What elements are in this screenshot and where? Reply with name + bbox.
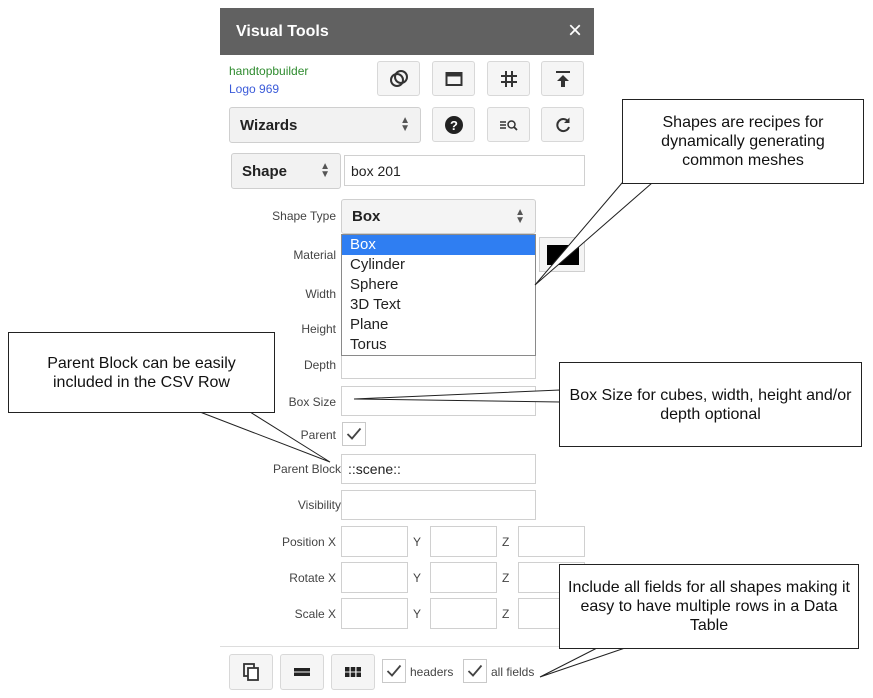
callout-parent-block: Parent Block can be easily included in t… (8, 332, 275, 413)
callout-shapes: Shapes are recipes for dynamically gener… (622, 99, 864, 184)
callout-box-size: Box Size for cubes, width, height and/or… (559, 362, 862, 447)
callout-all-fields: Include all fields for all shapes making… (559, 564, 859, 649)
